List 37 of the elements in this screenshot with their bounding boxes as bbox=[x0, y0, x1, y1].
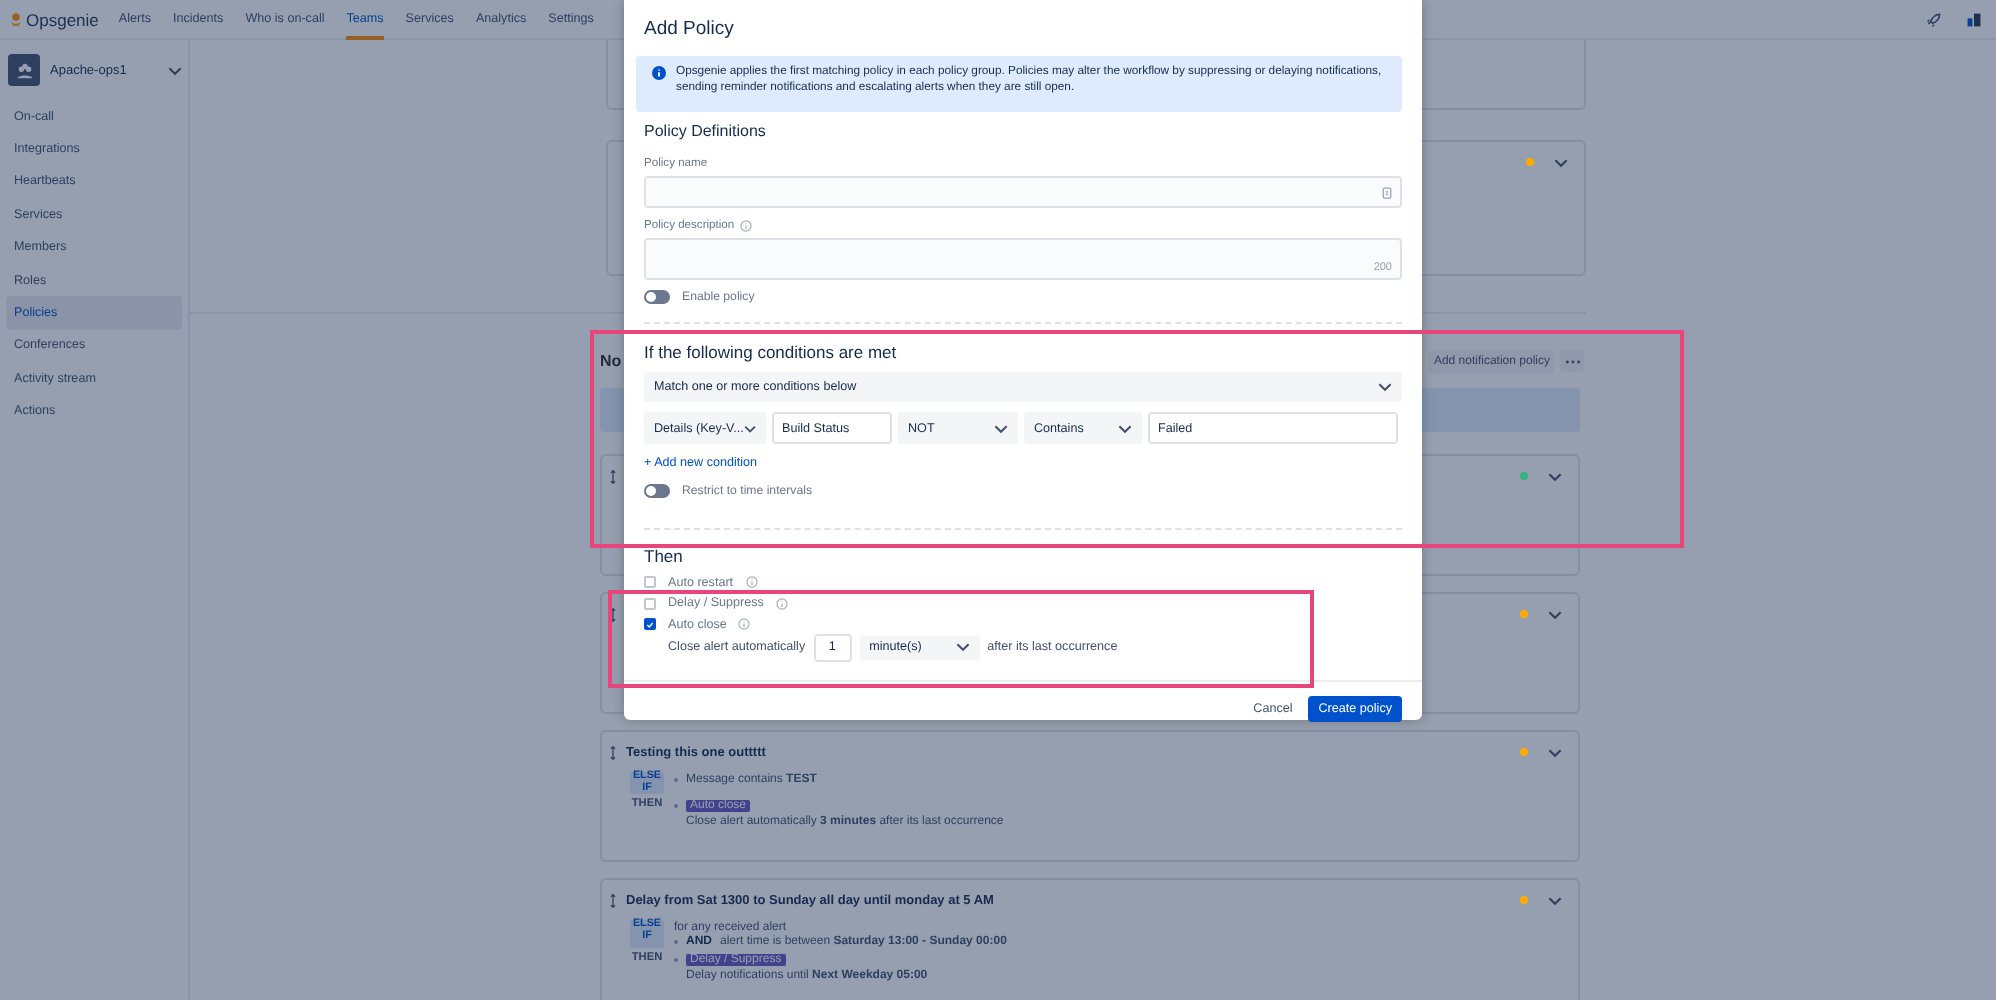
expand-chevron-icon bbox=[1548, 747, 1562, 757]
drag-handle-icon[interactable] bbox=[610, 745, 616, 759]
info-icon bbox=[738, 618, 751, 631]
info-icon bbox=[652, 66, 666, 80]
expand-chevron-icon bbox=[1548, 609, 1562, 619]
dialog-title: Add Policy bbox=[642, 15, 736, 43]
expand-chevron-icon bbox=[1548, 471, 1562, 481]
rocket-icon[interactable] bbox=[1926, 11, 1942, 27]
toggle-switch[interactable] bbox=[644, 289, 670, 303]
info-icon bbox=[745, 576, 758, 589]
chevron-icon bbox=[955, 642, 970, 652]
apps-icon[interactable] bbox=[1966, 11, 1982, 27]
more-button[interactable] bbox=[1560, 350, 1584, 372]
chevron-icon bbox=[743, 423, 756, 433]
drag-handle-icon[interactable] bbox=[610, 469, 616, 483]
section-heading: Policy Definitions bbox=[644, 122, 768, 144]
section-heading: No bbox=[600, 352, 622, 370]
drag-handle-icon[interactable] bbox=[610, 893, 616, 907]
checkbox[interactable] bbox=[644, 597, 656, 610]
checkbox[interactable] bbox=[644, 618, 656, 631]
info-icon bbox=[775, 597, 788, 610]
chevron-icon bbox=[994, 423, 1008, 433]
toggle-switch[interactable] bbox=[644, 483, 670, 497]
chevron-icon bbox=[1378, 382, 1392, 392]
info-icon bbox=[740, 220, 753, 232]
drag-handle-icon[interactable] bbox=[610, 607, 616, 621]
chevron-icon bbox=[1118, 423, 1132, 433]
expand-chevron-icon bbox=[1548, 895, 1562, 905]
section-heading: If the following conditions are met bbox=[644, 342, 899, 366]
section-heading: Then bbox=[644, 546, 685, 568]
logo[interactable]: Opsgenie bbox=[10, 9, 99, 29]
expand-chevron-icon bbox=[1554, 157, 1568, 167]
dropdown-chevron-icon bbox=[168, 65, 182, 75]
team-avatar bbox=[8, 54, 40, 86]
policy-name-field[interactable] bbox=[644, 176, 1402, 208]
checkbox[interactable] bbox=[644, 576, 656, 589]
clipboard-icon bbox=[1382, 185, 1392, 199]
